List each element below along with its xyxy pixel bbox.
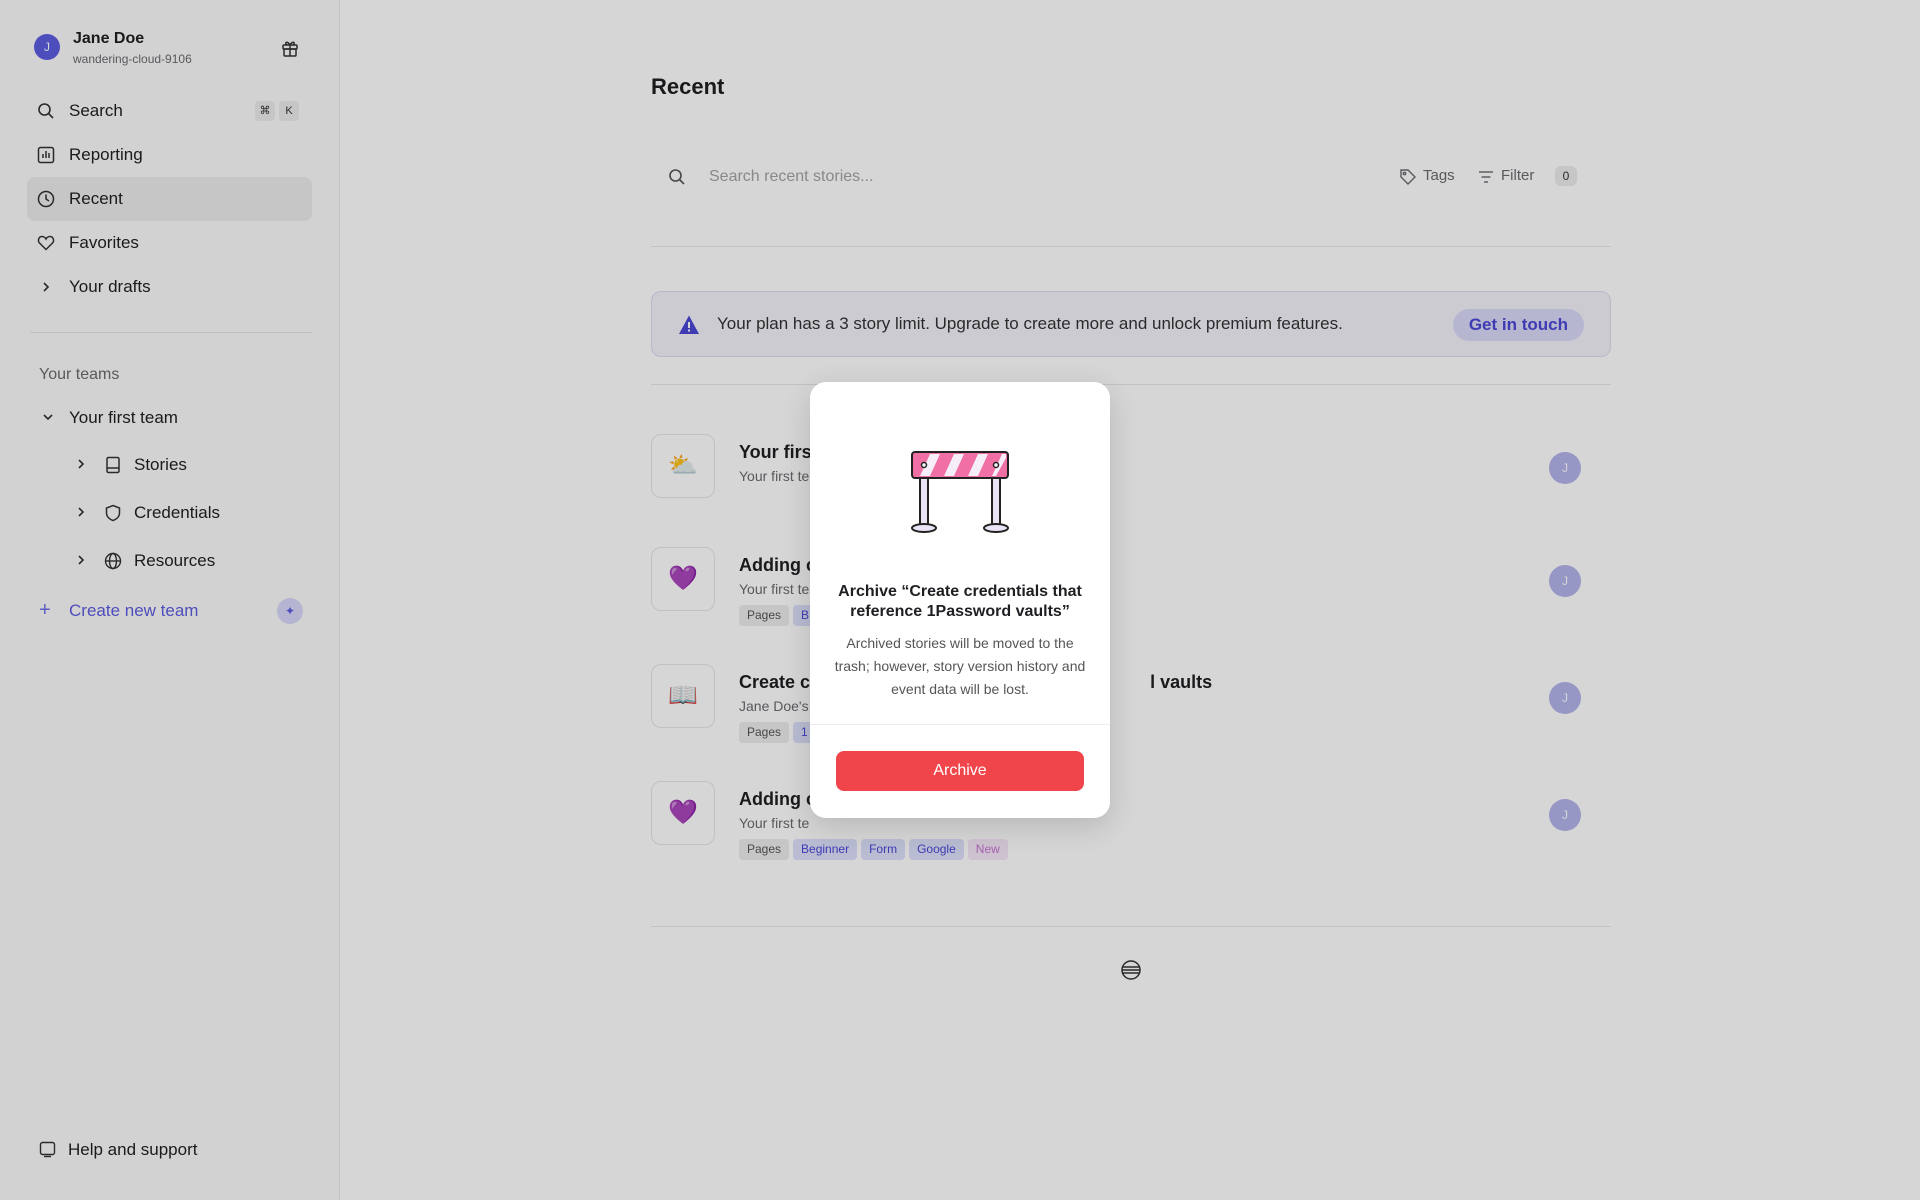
archive-dialog: Archive “Create credentials that referen… [810, 382, 1110, 818]
modal-backdrop[interactable]: Archive “Create credentials that referen… [0, 0, 1920, 1200]
barrier-illustration-icon [911, 451, 1009, 533]
dialog-title: Archive “Create credentials that referen… [838, 583, 1082, 620]
divider [810, 724, 1110, 725]
dialog-body: Archived stories will be moved to the tr… [834, 635, 1086, 697]
archive-button[interactable]: Archive [836, 751, 1084, 791]
